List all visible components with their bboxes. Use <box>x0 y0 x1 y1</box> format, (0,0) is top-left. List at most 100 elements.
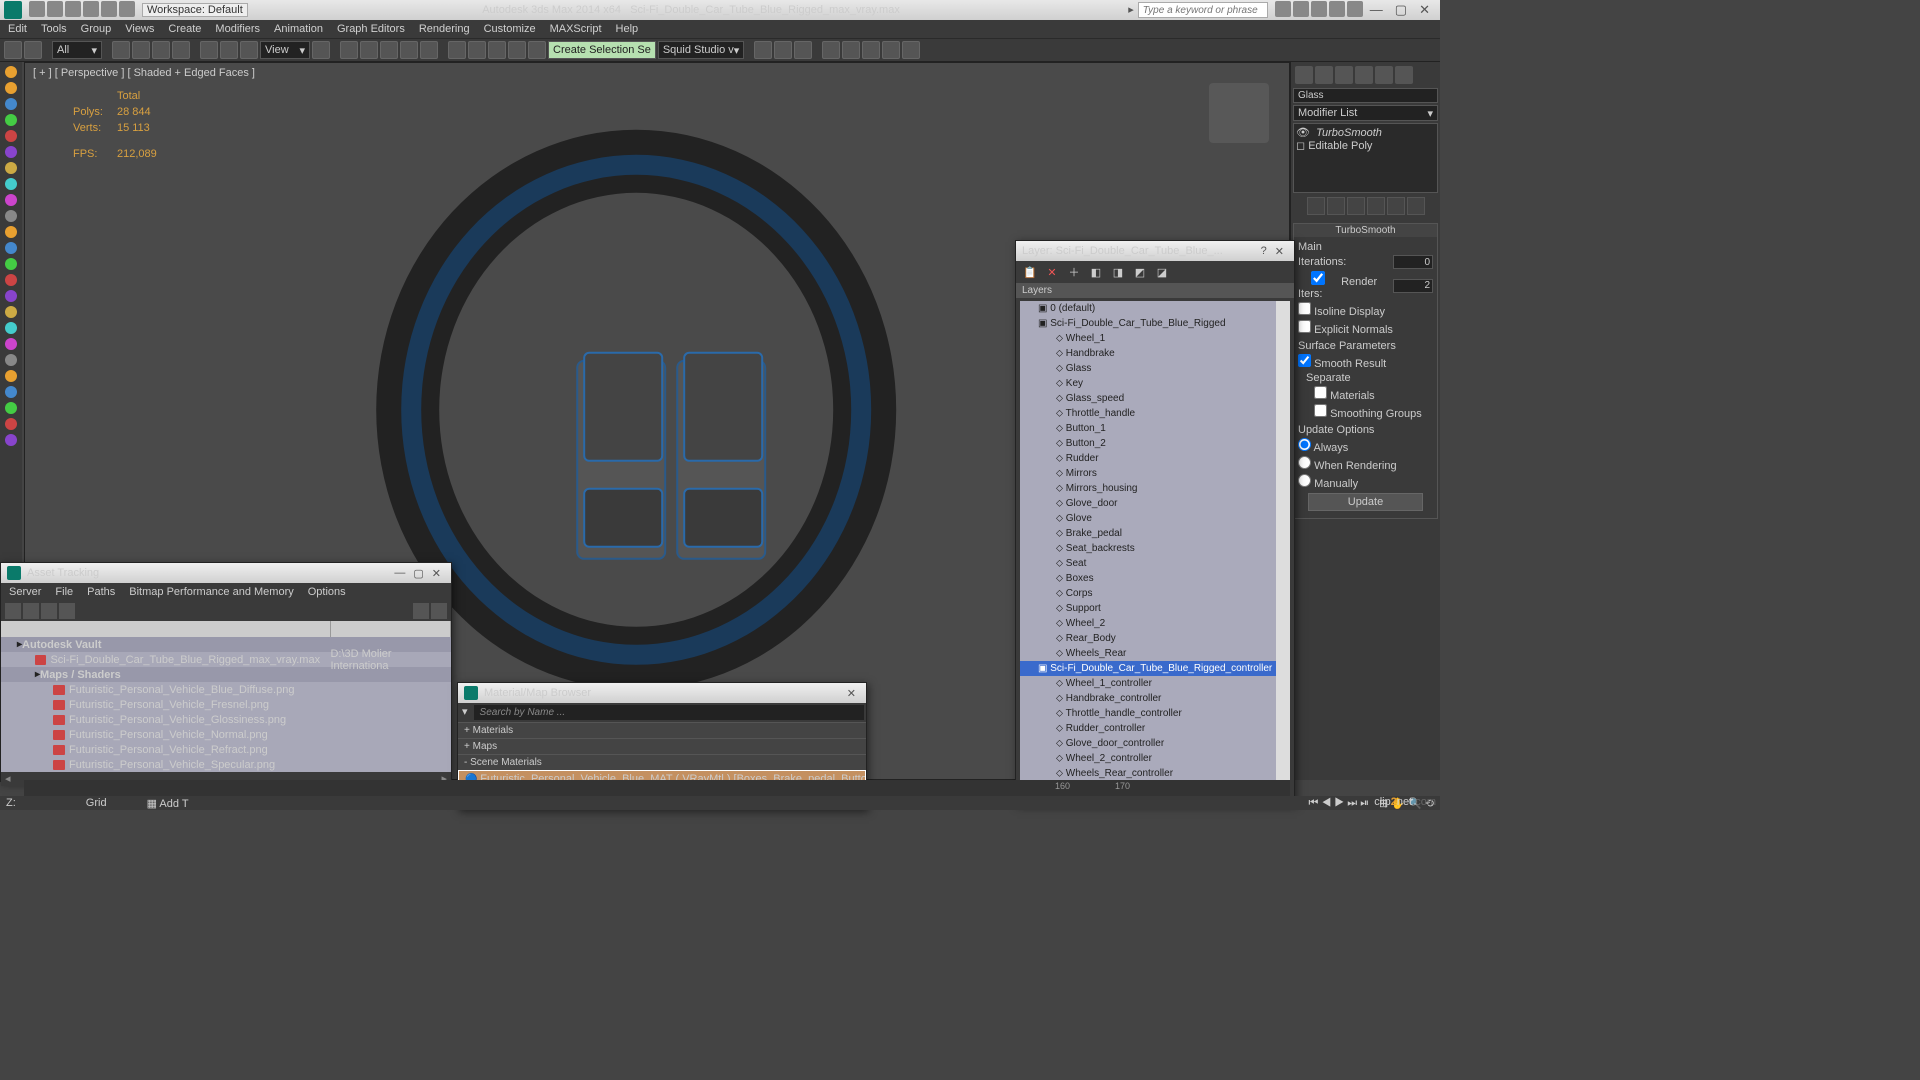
render-preset-icon[interactable] <box>882 41 900 59</box>
layer-row[interactable]: ⬦ Wheels_Rear_controller <box>1020 766 1290 781</box>
layer-row[interactable]: ⬦ Brake_pedal <box>1020 526 1290 541</box>
left-tool-10[interactable] <box>5 226 17 238</box>
asset-row[interactable]: Futuristic_Personal_Vehicle_Fresnel.png <box>1 697 451 712</box>
layer-row[interactable]: ⬦ Wheels_Rear <box>1020 646 1290 661</box>
render-frame-icon[interactable] <box>794 41 812 59</box>
select-region-icon[interactable] <box>152 41 170 59</box>
menu-help[interactable]: Help <box>616 23 639 35</box>
mat-search-input[interactable]: Search by Name ... <box>474 705 864 720</box>
rollout-header[interactable]: TurboSmooth <box>1294 224 1437 237</box>
left-tool-14[interactable] <box>5 290 17 302</box>
asset-row[interactable]: Futuristic_Personal_Vehicle_Refract.png <box>1 742 451 757</box>
sep-mat-check[interactable] <box>1314 386 1327 399</box>
layer-row[interactable]: ⬦ Handbrake_controller <box>1020 691 1290 706</box>
selection-filter-combo[interactable]: All▾ <box>52 41 102 59</box>
layer-row[interactable]: ▣ Sci-Fi_Double_Car_Tube_Blue_Rigged <box>1020 316 1290 331</box>
activeshade-icon[interactable] <box>862 41 880 59</box>
menu-create[interactable]: Create <box>168 23 201 35</box>
asset-row[interactable]: Futuristic_Personal_Vehicle_Glossiness.p… <box>1 712 451 727</box>
rotate-icon[interactable] <box>220 41 238 59</box>
timeline[interactable]: 160 170 <box>24 780 1290 796</box>
viewport-label[interactable]: [ + ] [ Perspective ] [ Shaded + Edged F… <box>33 67 255 79</box>
add-time-button[interactable]: ▦ Add T <box>147 797 189 810</box>
left-tool-9[interactable] <box>5 210 17 222</box>
studio-combo[interactable]: Squid Studio v▾ <box>658 41 744 59</box>
asset-menu-item[interactable]: Options <box>308 586 346 598</box>
left-tool-3[interactable] <box>5 114 17 126</box>
layer-row[interactable]: ⬦ Corps <box>1020 586 1290 601</box>
select-name-icon[interactable] <box>132 41 150 59</box>
infocenter-icons[interactable] <box>1274 1 1364 20</box>
upd-always-radio[interactable] <box>1298 438 1311 451</box>
menu-modifiers[interactable]: Modifiers <box>215 23 260 35</box>
close-icon[interactable]: ✕ <box>428 567 445 580</box>
left-tool-19[interactable] <box>5 370 17 382</box>
named-sel-set-combo[interactable]: Create Selection Se <box>548 41 656 59</box>
layer-row[interactable]: ⬦ Glass <box>1020 361 1290 376</box>
cat-scene[interactable]: - Scene Materials <box>458 754 866 770</box>
select-icon[interactable] <box>112 41 130 59</box>
left-tool-1[interactable] <box>5 82 17 94</box>
left-tool-11[interactable] <box>5 242 17 254</box>
spinner-snap-icon[interactable] <box>420 41 438 59</box>
layer-row[interactable]: ⬦ Glove_door_controller <box>1020 736 1290 751</box>
render-iter-icon[interactable] <box>842 41 860 59</box>
schematic-icon[interactable] <box>528 41 546 59</box>
layer-row[interactable]: ⬦ Support <box>1020 601 1290 616</box>
menu-graph editors[interactable]: Graph Editors <box>337 23 405 35</box>
layer-row[interactable]: ⬦ Wheel_2_controller <box>1020 751 1290 766</box>
help-search-input[interactable] <box>1138 2 1268 18</box>
menu-rendering[interactable]: Rendering <box>419 23 470 35</box>
scale-icon[interactable] <box>240 41 258 59</box>
maximize-icon[interactable]: ▢ <box>409 567 427 580</box>
select-manip-icon[interactable] <box>340 41 358 59</box>
left-tool-2[interactable] <box>5 98 17 110</box>
asset-menu-item[interactable]: Paths <box>87 586 115 598</box>
menu-tools[interactable]: Tools <box>41 23 67 35</box>
layer-row[interactable]: ⬦ Wheel_2 <box>1020 616 1290 631</box>
isoline-check[interactable] <box>1298 302 1311 315</box>
layer-row[interactable]: ⬦ Glass_speed <box>1020 391 1290 406</box>
pivot-icon[interactable] <box>312 41 330 59</box>
teapot-icon[interactable] <box>902 41 920 59</box>
mirror-icon[interactable] <box>448 41 466 59</box>
window-controls[interactable]: —▢✕ <box>1364 2 1436 18</box>
snap-icon[interactable] <box>360 41 378 59</box>
layer-row[interactable]: ⬦ Button_2 <box>1020 436 1290 451</box>
iterations-input[interactable] <box>1393 255 1433 269</box>
asset-menu-item[interactable]: Server <box>9 586 41 598</box>
asset-menu-item[interactable]: File <box>55 586 73 598</box>
upd-manual-radio[interactable] <box>1298 474 1311 487</box>
render-iters-input[interactable] <box>1393 279 1433 293</box>
scrollbar[interactable] <box>1276 301 1290 800</box>
layer-row[interactable]: ⬦ Key <box>1020 376 1290 391</box>
layers-icon[interactable] <box>488 41 506 59</box>
move-icon[interactable] <box>200 41 218 59</box>
menu-views[interactable]: Views <box>125 23 154 35</box>
minimize-icon[interactable]: — <box>390 567 409 579</box>
left-tool-23[interactable] <box>5 434 17 446</box>
menu-edit[interactable]: Edit <box>8 23 27 35</box>
percent-snap-icon[interactable] <box>400 41 418 59</box>
menu-maxscript[interactable]: MAXScript <box>550 23 602 35</box>
curve-editor-icon[interactable] <box>508 41 526 59</box>
command-panel-tabs[interactable] <box>1293 64 1438 86</box>
layer-row[interactable]: ⬦ Handbrake <box>1020 346 1290 361</box>
render-setup-icon[interactable] <box>774 41 792 59</box>
sep-sg-check[interactable] <box>1314 404 1327 417</box>
upd-render-radio[interactable] <box>1298 456 1311 469</box>
asset-row[interactable]: Sci-Fi_Double_Car_Tube_Blue_Rigged_max_v… <box>1 652 451 667</box>
layer-row[interactable]: ⬦ Glove_door <box>1020 496 1290 511</box>
material-editor-icon[interactable] <box>754 41 772 59</box>
left-tool-17[interactable] <box>5 338 17 350</box>
left-tool-15[interactable] <box>5 306 17 318</box>
asset-menu-item[interactable]: Bitmap Performance and Memory <box>129 586 293 598</box>
quick-access-toolbar[interactable] <box>28 1 136 20</box>
smooth-check[interactable] <box>1298 354 1311 367</box>
stack-toolbar[interactable] <box>1293 195 1438 217</box>
asset-column-headers[interactable]: NameFull Path <box>1 621 451 637</box>
layer-row[interactable]: ▣ Sci-Fi_Double_Car_Tube_Blue_Rigged_con… <box>1020 661 1290 676</box>
asset-row[interactable]: Futuristic_Personal_Vehicle_Normal.png <box>1 727 451 742</box>
object-name-field[interactable]: Glass <box>1293 88 1438 103</box>
layer-row[interactable]: ⬦ Rudder <box>1020 451 1290 466</box>
